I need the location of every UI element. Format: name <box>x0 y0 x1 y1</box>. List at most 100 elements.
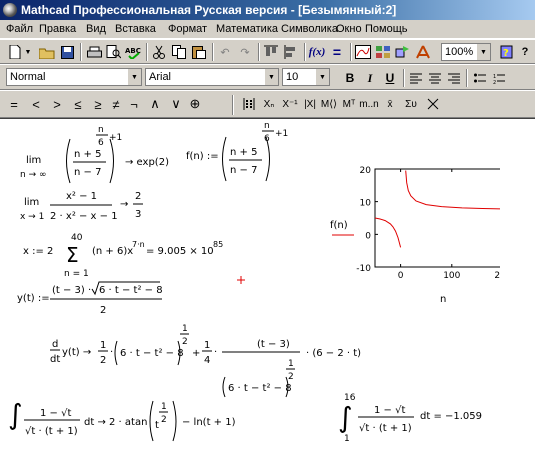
svg-text:6 · t − t² − 8: 6 · t − t² − 8 <box>120 348 184 359</box>
op-greater-equal[interactable]: ≥ <box>90 95 106 113</box>
matrix-column[interactable]: M⟨⟩ <box>320 95 338 113</box>
font-select[interactable]: Arial ▼ <box>145 68 279 86</box>
title-bar: Mathcad Профессиональная Русская версия … <box>0 0 535 20</box>
menu-math[interactable]: Математика <box>216 23 278 35</box>
op-equal[interactable]: = <box>6 95 22 113</box>
svg-text:∫: ∫ <box>338 401 353 434</box>
op-not[interactable]: ¬ <box>126 95 142 113</box>
insert-matrix-icon[interactable] <box>374 43 392 61</box>
window-title: Mathcad Профессиональная Русская версия … <box>21 3 397 17</box>
menu-symbolics[interactable]: Символика <box>281 23 338 35</box>
op-and[interactable]: ∧ <box>147 95 163 113</box>
copy-icon[interactable] <box>170 43 188 61</box>
open-folder-icon[interactable] <box>38 43 56 61</box>
menu-view[interactable]: Вид <box>86 23 106 35</box>
plot-frame <box>374 168 500 268</box>
font-size-select[interactable]: 10 ▼ <box>282 68 330 86</box>
spell-check-icon[interactable]: ABC <box>124 43 142 61</box>
svg-text:3: 3 <box>135 209 141 220</box>
cross-product-icon[interactable] <box>424 95 442 113</box>
align-top-icon[interactable] <box>262 43 280 61</box>
resource-icon[interactable] <box>414 43 432 61</box>
vector-sum[interactable]: Συ <box>401 95 421 113</box>
op-not-equal[interactable]: ≠ <box>108 95 124 113</box>
menu-help[interactable]: Помощь <box>365 23 408 35</box>
align-right-icon[interactable] <box>446 69 462 87</box>
matrix-insert-icon[interactable] <box>240 95 258 113</box>
insert-graph-icon[interactable] <box>354 43 372 61</box>
svg-text:n − 7: n − 7 <box>230 165 257 176</box>
matrix-determinant[interactable]: |X| <box>301 95 319 113</box>
svg-text:40: 40 <box>71 233 83 243</box>
matrix-inverse[interactable]: X⁻¹ <box>280 95 300 113</box>
expression-sum[interactable]: x := 2 40 Σ n = 1 (n + 6)x 7·n = 9.005 ×… <box>23 233 223 279</box>
svg-text:n = 1: n = 1 <box>64 269 89 279</box>
numbering-icon[interactable]: 12 <box>491 69 507 87</box>
redo-icon[interactable]: ↷ <box>236 43 254 61</box>
bold-button[interactable]: B <box>342 69 358 87</box>
graph-region[interactable]: f(n) 20100-100100200 n <box>330 163 500 303</box>
menu-window[interactable]: Окно <box>336 23 362 35</box>
undo-icon[interactable]: ↶ <box>216 43 234 61</box>
svg-text:− ln(t + 1): − ln(t + 1) <box>182 417 236 428</box>
expression-integral-indefinite[interactable]: ∫ 1 − √t √t · (t + 1) dt → 2 · atan t 1 … <box>8 398 236 442</box>
menu-format[interactable]: Формат <box>168 23 207 35</box>
help-book-icon[interactable]: ? <box>498 43 516 61</box>
matrix-transpose[interactable]: Mᵀ <box>340 95 358 113</box>
insertion-cursor <box>237 276 245 284</box>
svg-text:1: 1 <box>100 340 106 351</box>
svg-text:7·n: 7·n <box>132 240 145 249</box>
new-dropdown-icon[interactable]: ▼ <box>24 43 32 61</box>
menu-edit[interactable]: Правка <box>39 23 76 35</box>
align-down-icon[interactable] <box>282 43 300 61</box>
op-or[interactable]: ∨ <box>168 95 184 113</box>
format-toolbar: Normal ▼ Arial ▼ 10 ▼ B I U 12 <box>0 64 535 90</box>
menu-file[interactable]: Файл <box>6 23 33 35</box>
underline-button[interactable]: U <box>382 69 398 87</box>
expression-limit-1[interactable]: lim n → ∞ n + 5 n − 7 n 6 +1 → exp(2) <box>20 125 169 184</box>
range-variable[interactable]: m..n <box>359 95 379 113</box>
worksheet[interactable]: lim n → ∞ n + 5 n − 7 n 6 +1 → exp(2) f(… <box>0 118 535 448</box>
matrix-subscript[interactable]: Xₙ <box>260 95 278 113</box>
insert-function-icon[interactable]: f(x) <box>308 43 326 61</box>
svg-text:+1: +1 <box>109 133 122 143</box>
style-select[interactable]: Normal ▼ <box>6 68 142 86</box>
svg-text:85: 85 <box>213 240 223 249</box>
svg-text:1: 1 <box>161 402 167 412</box>
align-center-icon[interactable] <box>427 69 443 87</box>
op-less[interactable]: < <box>28 95 44 113</box>
menu-insert[interactable]: Вставка <box>115 23 156 35</box>
mathcad-app-icon[interactable] <box>3 3 17 17</box>
op-greater[interactable]: > <box>49 95 65 113</box>
new-document-icon[interactable] <box>6 43 24 61</box>
expression-limit-2[interactable]: lim x → 1 x² − 1 2 · x² − x − 1 → 2 3 <box>20 191 143 222</box>
vectorize[interactable]: x̄ <box>380 95 400 113</box>
insert-unit-icon[interactable]: = <box>328 43 346 61</box>
y-tick-label: 0 <box>365 231 371 241</box>
print-icon[interactable] <box>85 43 103 61</box>
svg-text:2: 2 <box>100 355 106 366</box>
bullets-icon[interactable] <box>472 69 488 87</box>
expression-integral-definite[interactable]: 16 ∫ 1 1 − √t √t · (t + 1) dt = −1.059 <box>338 393 482 444</box>
svg-text:x := 2: x := 2 <box>23 246 53 257</box>
svg-text:t: t <box>155 420 159 431</box>
svg-text:√t · (t + 1): √t · (t + 1) <box>359 423 412 434</box>
italic-button[interactable]: I <box>362 69 378 87</box>
save-icon[interactable] <box>58 43 76 61</box>
zoom-select[interactable]: 100% ▼ <box>441 43 491 61</box>
svg-text:· (6 − 2 · t): · (6 − 2 · t) <box>306 348 361 359</box>
expression-derivative[interactable]: d dt y(t) → 1 2 · 6 · t − t² − 8 1 2 + 1… <box>50 324 361 398</box>
op-less-equal[interactable]: ≤ <box>70 95 86 113</box>
context-help-icon[interactable]: ? <box>516 43 534 61</box>
op-xor[interactable]: ⊕ <box>187 95 203 113</box>
cut-icon[interactable] <box>150 43 168 61</box>
expression-y-def[interactable]: y(t) := (t − 3) · 6 · t − t² − 8 2 <box>17 281 163 316</box>
component-icon[interactable] <box>394 43 412 61</box>
paste-icon[interactable] <box>190 43 208 61</box>
svg-text:→ exp(2): → exp(2) <box>125 157 169 168</box>
svg-text:f(n) :=: f(n) := <box>186 151 219 162</box>
align-left-icon[interactable] <box>408 69 424 87</box>
expression-function-def[interactable]: f(n) := n + 5 n − 7 n 6 +1 <box>186 121 288 182</box>
print-preview-icon[interactable] <box>104 43 122 61</box>
svg-text:+: + <box>192 348 200 359</box>
